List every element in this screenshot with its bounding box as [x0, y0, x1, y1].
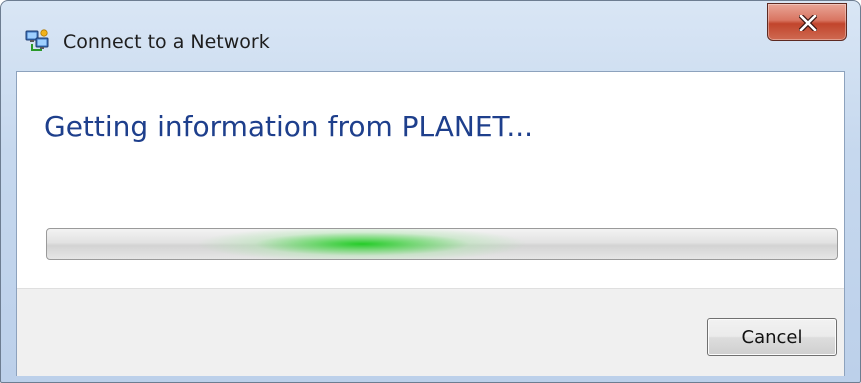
dialog-footer: Cancel — [17, 288, 844, 376]
status-heading: Getting information from PLANET... — [44, 110, 534, 143]
progress-indicator — [197, 229, 527, 259]
progress-bar — [46, 228, 838, 260]
connect-to-network-dialog: Connect to a Network Getting information… — [0, 0, 861, 383]
window-title: Connect to a Network — [63, 31, 270, 53]
close-icon — [799, 15, 817, 31]
dialog-content: Getting information from PLANET... Cance… — [16, 71, 845, 376]
title-bar[interactable]: Connect to a Network — [1, 1, 860, 71]
network-connect-icon — [24, 28, 50, 54]
close-button[interactable] — [767, 3, 847, 41]
cancel-button[interactable]: Cancel — [707, 318, 837, 356]
